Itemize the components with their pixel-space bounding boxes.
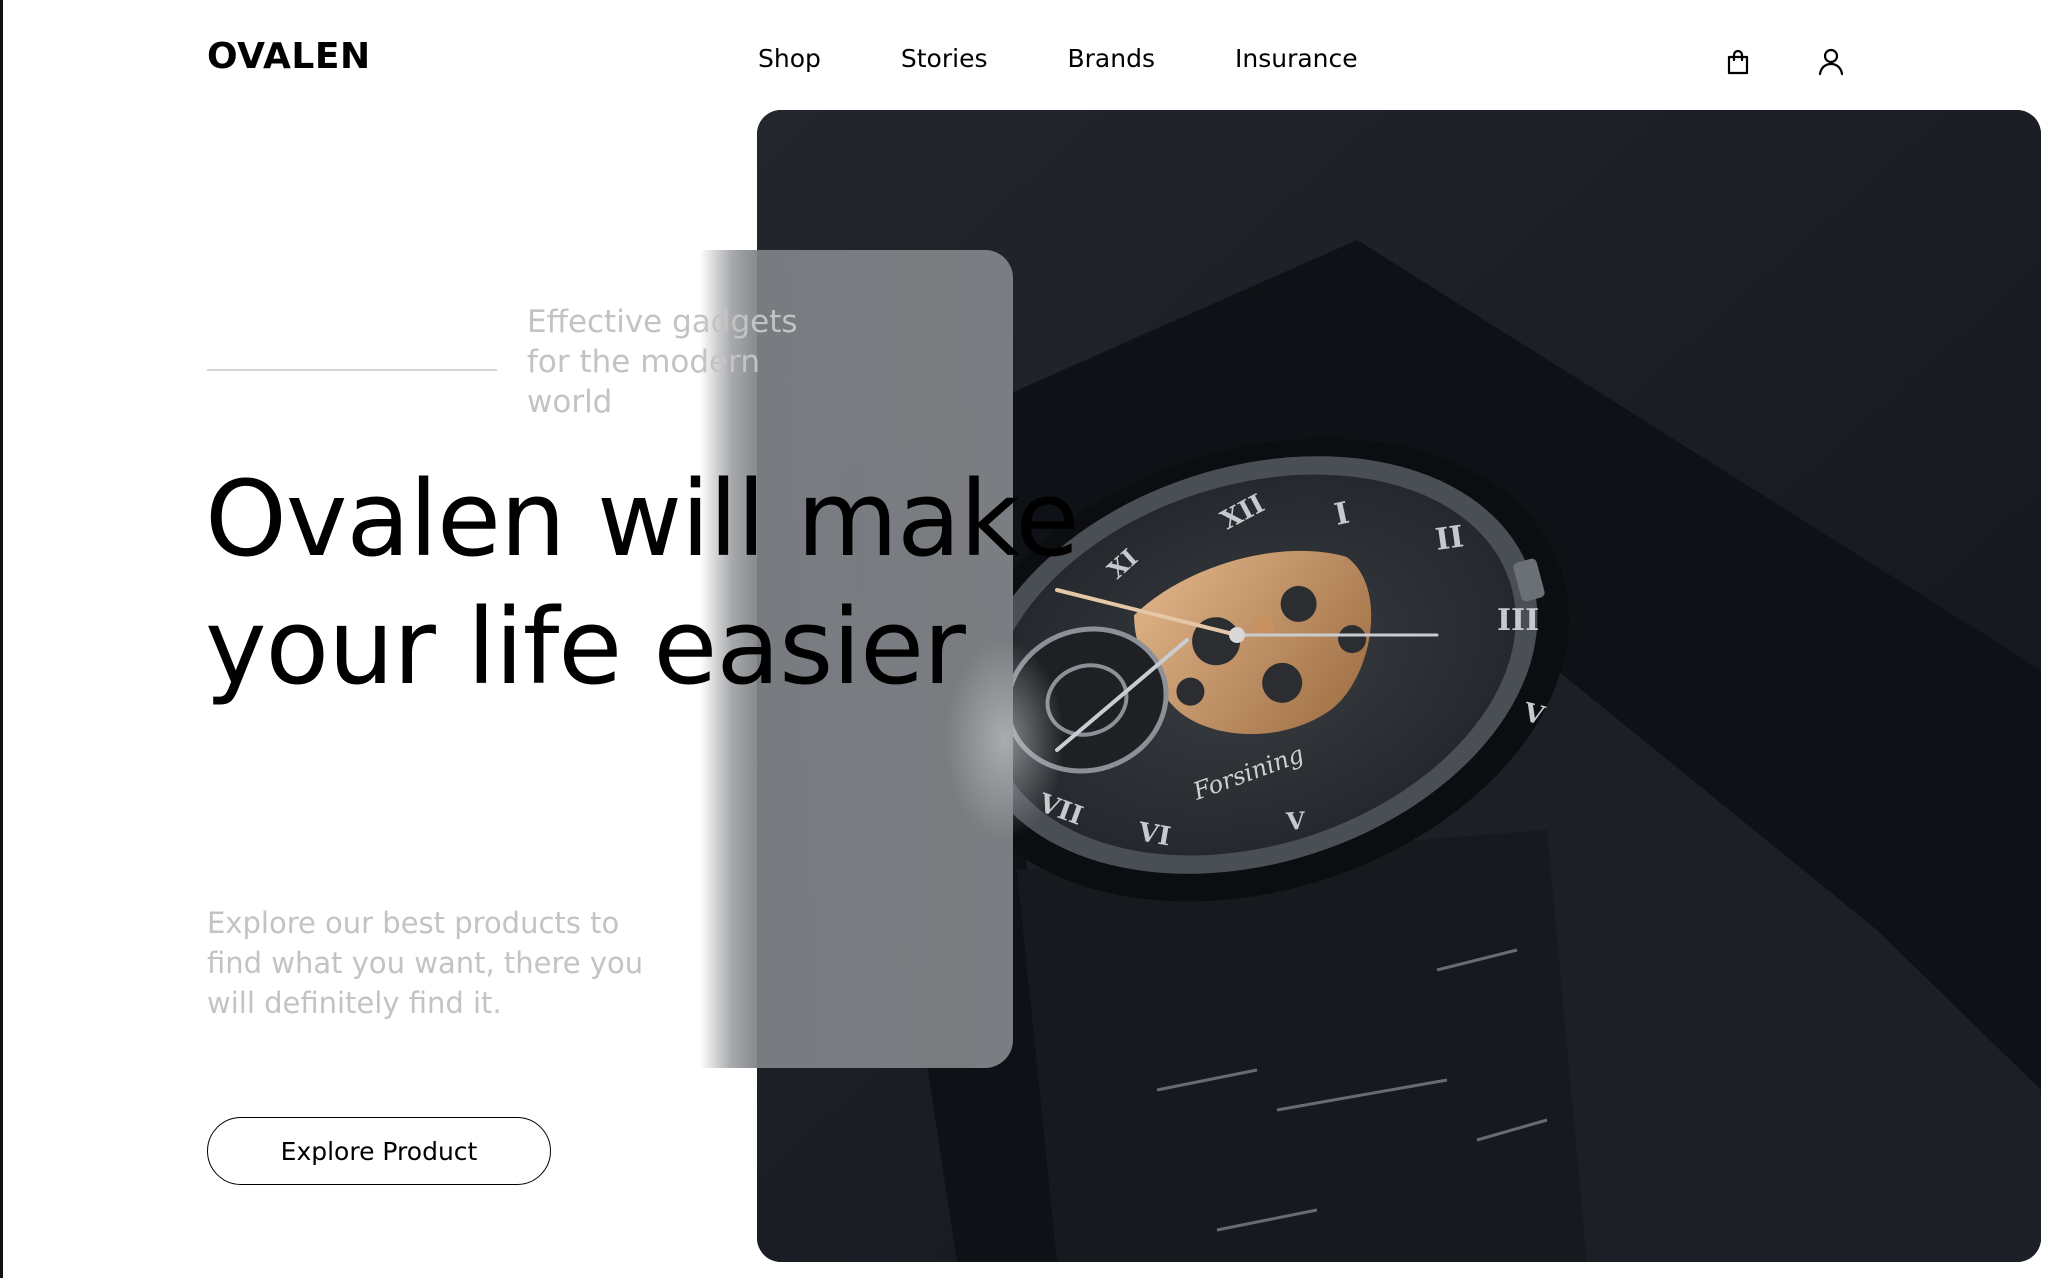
explore-product-button[interactable]: Explore Product <box>207 1117 551 1185</box>
hero-headline: Ovalen will make your life easier <box>205 458 1079 708</box>
hero-tagline: Effective gadgets for the modern world <box>527 304 798 420</box>
account-button[interactable] <box>1813 44 1849 80</box>
tagline-divider <box>207 369 497 371</box>
cart-button[interactable] <box>1720 44 1756 80</box>
nav-item-stories[interactable]: Stories <box>901 44 988 73</box>
brand-logo[interactable]: OVALEN <box>207 36 371 77</box>
shopping-bag-icon <box>1727 49 1749 75</box>
svg-text:II: II <box>1433 519 1466 558</box>
svg-text:V: V <box>1284 806 1306 836</box>
nav-item-brands[interactable]: Brands <box>1068 44 1156 73</box>
svg-text:III: III <box>1497 603 1539 638</box>
hero-description: Explore our best products to find what y… <box>207 906 644 1020</box>
user-icon <box>1818 48 1844 76</box>
svg-text:VI: VI <box>1135 817 1173 852</box>
nav-item-shop[interactable]: Shop <box>758 44 821 73</box>
window-edge <box>0 0 3 1278</box>
nav-item-insurance[interactable]: Insurance <box>1235 44 1358 73</box>
main-nav: Shop Stories Brands Insurance <box>758 44 1358 73</box>
